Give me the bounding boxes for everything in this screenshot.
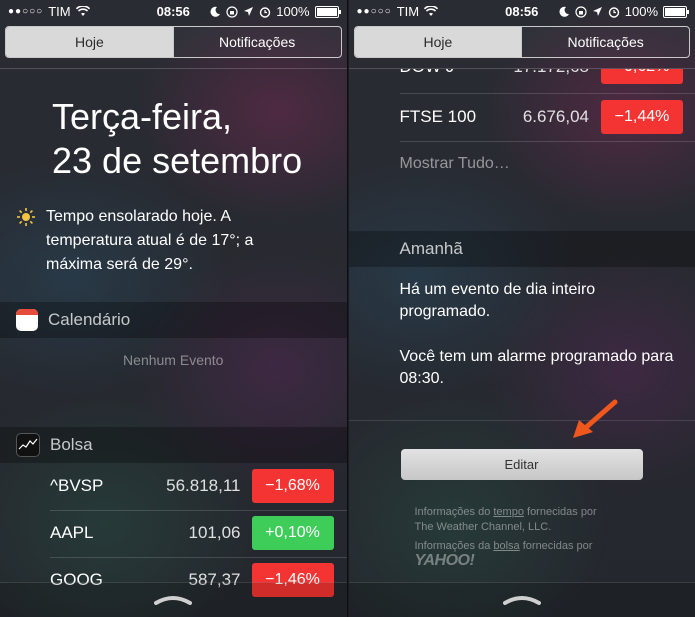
- stock-symbol: ^BVSP: [50, 476, 104, 495]
- stock-row[interactable]: AAPL 101,06 +0,10%: [0, 511, 347, 557]
- calendar-icon: [16, 309, 38, 331]
- tab-notifications[interactable]: Notificações: [521, 27, 689, 57]
- row-divider: [399, 93, 695, 94]
- grabber-bar[interactable]: [348, 582, 695, 617]
- battery-percent: 100%: [624, 4, 658, 19]
- date-heading: Terça-feira, 23 de setembro: [52, 95, 302, 183]
- yahoo-logo: YAHOO!: [414, 552, 475, 569]
- clipped-row-container: DOW J 17.172,68 −0,62%: [349, 69, 695, 93]
- stock-change-badge[interactable]: −1,68%: [251, 469, 334, 503]
- stock-change-badge[interactable]: −0,62%: [601, 69, 683, 84]
- moon-icon: [559, 6, 569, 17]
- calendar-empty-text: Nenhum Evento: [123, 352, 224, 368]
- stock-symbol: FTSE 100: [399, 107, 477, 126]
- stock-change-badge[interactable]: −1,44%: [601, 100, 683, 134]
- edit-button[interactable]: Editar: [400, 449, 643, 480]
- alarm-icon: [608, 6, 619, 18]
- stock-credit: Informações da bolsa fornecidas por: [415, 540, 593, 552]
- stocks-header[interactable]: Bolsa: [0, 427, 347, 463]
- tab-today[interactable]: Hoje: [6, 27, 173, 57]
- moon-icon: [210, 6, 221, 17]
- annotation-arrow-icon: [572, 399, 617, 438]
- stock-credit-link[interactable]: bolsa: [493, 540, 519, 552]
- stock-price: 101,06: [188, 523, 241, 542]
- calendar-title: Calendário: [48, 310, 131, 329]
- date-day-month: 23 de setembro: [52, 140, 303, 181]
- tomorrow-title: Amanhã: [399, 239, 463, 258]
- credit-text: Informações da: [414, 540, 494, 552]
- grabber-handle-icon[interactable]: [154, 595, 193, 605]
- rotation-lock-icon: [226, 5, 238, 18]
- stocks-icon: [16, 433, 40, 457]
- weather-credit: Informações do tempo fornecidas por: [415, 506, 597, 518]
- stock-row[interactable]: DOW J 17.172,68 −0,62%: [349, 69, 695, 91]
- battery-icon: [314, 5, 341, 18]
- calendar-header[interactable]: Calendário: [0, 302, 347, 338]
- weather-credit-provider: The Weather Channel, LLC.: [414, 521, 552, 533]
- location-icon: [592, 7, 602, 16]
- credit-text: Informações do: [414, 506, 494, 518]
- tomorrow-header: Amanhã: [348, 231, 695, 267]
- battery-icon: [663, 5, 689, 18]
- header-divider: [0, 68, 347, 69]
- today-screen-left: ●●○○○ TIM 08:56 100% Hoje Notificações T…: [0, 0, 347, 617]
- section-divider: [348, 420, 695, 421]
- weather-credit-link[interactable]: tempo: [493, 506, 524, 518]
- status-bar: ●●○○○ TIM 08:56 100%: [349, 0, 695, 24]
- grabber-bar[interactable]: [0, 582, 347, 617]
- grabber-handle-icon[interactable]: [502, 595, 541, 605]
- stock-row[interactable]: ^BVSP 56.818,11 −1,68%: [0, 464, 347, 510]
- tab-notifications[interactable]: Notificações: [172, 27, 341, 57]
- stocks-title: Bolsa: [50, 435, 93, 454]
- weather-summary: Tempo ensolarado hoje. A temperatura atu…: [16, 205, 306, 277]
- tab-today[interactable]: Hoje: [354, 27, 522, 57]
- credit-text: fornecidas por: [523, 506, 597, 518]
- stock-price: 56.818,11: [166, 476, 241, 495]
- tomorrow-event-text: Há um evento de dia inteiro programado.: [399, 281, 596, 320]
- stock-symbol: DOW J: [400, 69, 455, 77]
- credit-text: fornecidas por: [519, 540, 593, 552]
- date-weekday: Terça-feira,: [52, 96, 233, 137]
- view-segmented-control: Hoje Notificações: [353, 26, 690, 58]
- stock-row[interactable]: FTSE 100 6.676,04 −1,44%: [349, 95, 695, 141]
- tomorrow-alarm-text: Você tem um alarme programado para 08:30…: [399, 348, 674, 387]
- location-icon: [244, 7, 254, 16]
- row-divider: [399, 141, 695, 142]
- battery-percent: 100%: [276, 4, 310, 19]
- weather-text: Tempo ensolarado hoje. A temperatura atu…: [46, 208, 254, 273]
- stock-change-badge[interactable]: +0,10%: [251, 516, 334, 550]
- stock-price: 17.172,68: [513, 69, 589, 77]
- status-bar: ●●○○○ TIM 08:56 100%: [0, 0, 347, 24]
- alarm-icon: [260, 6, 271, 18]
- sun-icon: [17, 208, 35, 226]
- stock-price: 6.676,04: [522, 107, 589, 126]
- stock-symbol: AAPL: [50, 523, 94, 542]
- today-screen-right: ●●○○○ TIM 08:56 100% Hoje Notificações D…: [348, 0, 695, 617]
- rotation-lock-icon: [575, 5, 587, 18]
- show-all-link[interactable]: Mostrar Tudo…: [400, 155, 510, 173]
- view-segmented-control: Hoje Notificações: [5, 26, 342, 58]
